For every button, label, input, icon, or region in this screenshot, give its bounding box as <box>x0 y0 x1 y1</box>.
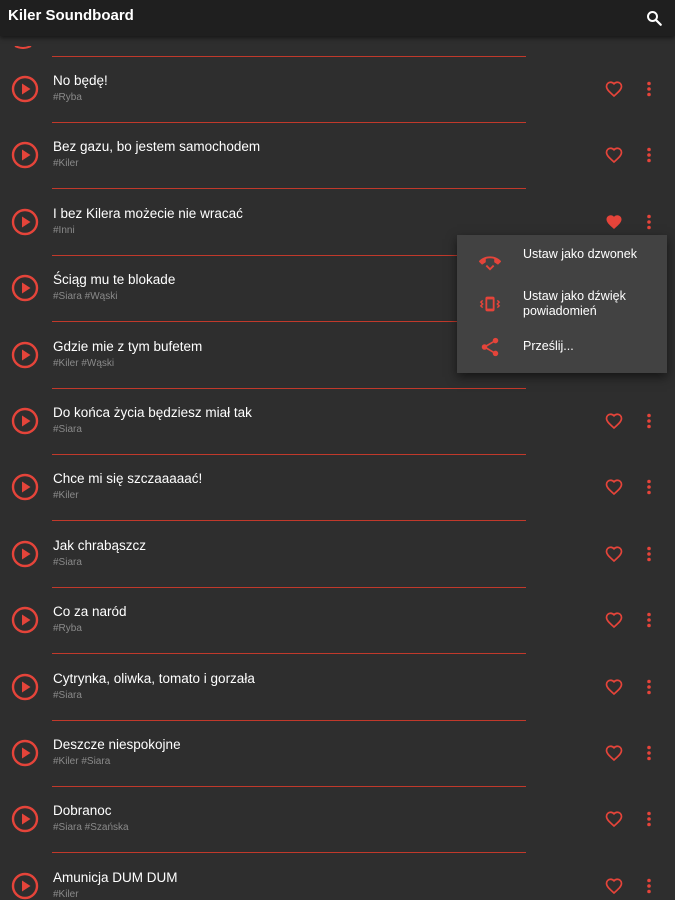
play-icon[interactable] <box>11 407 39 435</box>
sound-title: Cytrynka, oliwka, tomato i gorzała <box>53 670 255 686</box>
more-vert-icon[interactable] <box>640 79 658 99</box>
share-icon <box>479 336 501 358</box>
menu-item-set-ringtone[interactable]: Ustaw jako dzwonek <box>457 235 667 285</box>
heart-outline-icon[interactable] <box>605 877 623 895</box>
play-icon[interactable] <box>11 805 39 833</box>
heart-outline-icon[interactable] <box>605 611 623 629</box>
list-item[interactable]: Amunicja DUM DUM #Kiler <box>0 854 675 900</box>
menu-item-set-notification[interactable]: Ustaw jako dźwięk powiadomień <box>457 285 667 333</box>
sound-tags: #Kiler <box>53 888 79 900</box>
more-vert-icon[interactable] <box>640 677 658 697</box>
more-vert-icon[interactable] <box>640 477 658 497</box>
sound-tags: #Inni <box>53 224 75 236</box>
sound-title: Co za naród <box>53 604 127 620</box>
menu-item-label: Ustaw jako dźwięk powiadomień <box>523 289 626 318</box>
play-icon[interactable] <box>11 473 39 501</box>
heart-outline-icon[interactable] <box>605 80 623 98</box>
more-vert-icon[interactable] <box>640 743 658 763</box>
more-vert-icon[interactable] <box>640 876 658 896</box>
sound-tags: #Kiler #Siara <box>53 756 111 767</box>
play-icon[interactable] <box>11 75 39 103</box>
more-vert-icon[interactable] <box>640 212 658 232</box>
more-vert-icon[interactable] <box>640 411 658 431</box>
sound-title: Dobranoc <box>53 803 112 819</box>
sound-tags: #Ryba <box>53 623 82 635</box>
sound-tags: #Siara #Szańska <box>53 822 129 834</box>
list-item[interactable]: Deszcze niespokojne #Kiler #Siara <box>0 721 675 787</box>
heart-filled-icon[interactable] <box>605 213 623 231</box>
sound-tags: #Kiler #Wąski <box>53 357 115 369</box>
sound-title: Chce mi się szczaaaaać! <box>53 471 203 487</box>
play-icon[interactable] <box>11 540 39 568</box>
sound-tags: #Siara <box>53 689 82 701</box>
heart-outline-icon[interactable] <box>605 678 623 696</box>
partial-play-button <box>14 36 32 49</box>
app-bar: Kiler Soundboard <box>0 0 675 36</box>
sound-title: Deszcze niespokojne <box>53 737 181 752</box>
heart-outline-icon[interactable] <box>605 810 623 828</box>
play-icon[interactable] <box>11 872 39 900</box>
more-vert-icon[interactable] <box>640 544 658 564</box>
sound-title: I bez Kilera możecie nie wracać <box>53 205 243 221</box>
sound-tags: #Siara <box>53 424 82 435</box>
sound-title: Gdzie mie z tym bufetem <box>53 338 203 354</box>
sound-tags: #Kiler <box>53 490 79 502</box>
list-item[interactable]: Do końca życia będziesz miał tak #Siara <box>0 389 675 455</box>
sound-list[interactable]: No będę! #Ryba Bez gazu, bo jestem samocho… <box>0 36 675 900</box>
heart-outline-icon[interactable] <box>605 146 623 164</box>
sound-title: Amunicja DUM DUM <box>53 869 178 885</box>
list-item[interactable]: Chce mi się szczaaaaać! #Kiler <box>0 455 675 522</box>
more-vert-icon[interactable] <box>640 610 658 630</box>
play-icon[interactable] <box>11 606 39 634</box>
sound-title: Do końca życia będziesz miał tak <box>53 405 252 420</box>
sound-title: No będę! <box>53 73 108 88</box>
play-icon[interactable] <box>11 141 39 169</box>
menu-item-label: Ustaw jako dzwonek <box>523 247 637 261</box>
list-item[interactable]: Cytrynka, oliwka, tomato i gorzała #Siara <box>0 655 675 721</box>
play-icon[interactable] <box>11 341 39 369</box>
sound-tags: #Siara <box>53 556 82 568</box>
play-icon[interactable] <box>11 208 39 236</box>
app-title: Kiler Soundboard <box>8 7 134 24</box>
sound-tags: #Siara #Wąski <box>53 291 118 303</box>
list-item[interactable]: Co za naród #Ryba <box>0 588 675 655</box>
sound-title: Ściąg mu te blokade <box>53 272 176 288</box>
sound-title: Jak chrabąszcz <box>53 537 147 553</box>
play-icon[interactable] <box>11 673 39 701</box>
menu-item-share[interactable]: Prześlij... <box>457 333 667 373</box>
notification-vibrate-icon <box>479 293 501 315</box>
list-item[interactable]: Bez gazu, bo jestem samochodem #Kiler <box>0 123 675 190</box>
menu-item-label: Prześlij... <box>523 339 574 353</box>
list-item[interactable]: Dobranoc #Siara #Szańska <box>0 787 675 854</box>
more-vert-icon[interactable] <box>640 145 658 165</box>
ringtone-icon <box>479 250 501 272</box>
sound-title: Bez gazu, bo jestem samochodem <box>53 139 261 155</box>
heart-outline-icon[interactable] <box>605 545 623 563</box>
list-item[interactable]: No będę! #Ryba <box>0 57 675 123</box>
list-item[interactable]: Jak chrabąszcz #Siara <box>0 522 675 588</box>
context-menu: Ustaw jako dzwonek Ustaw jako dźwięk pow… <box>457 235 667 373</box>
play-icon[interactable] <box>11 739 39 767</box>
search-icon[interactable] <box>641 5 667 31</box>
heart-outline-icon[interactable] <box>605 744 623 762</box>
more-vert-icon[interactable] <box>640 809 658 829</box>
sound-tags: #Ryba <box>53 92 82 103</box>
sound-tags: #Kiler <box>53 158 79 170</box>
heart-outline-icon[interactable] <box>605 412 623 430</box>
heart-outline-icon[interactable] <box>605 478 623 496</box>
play-icon[interactable] <box>11 274 39 302</box>
